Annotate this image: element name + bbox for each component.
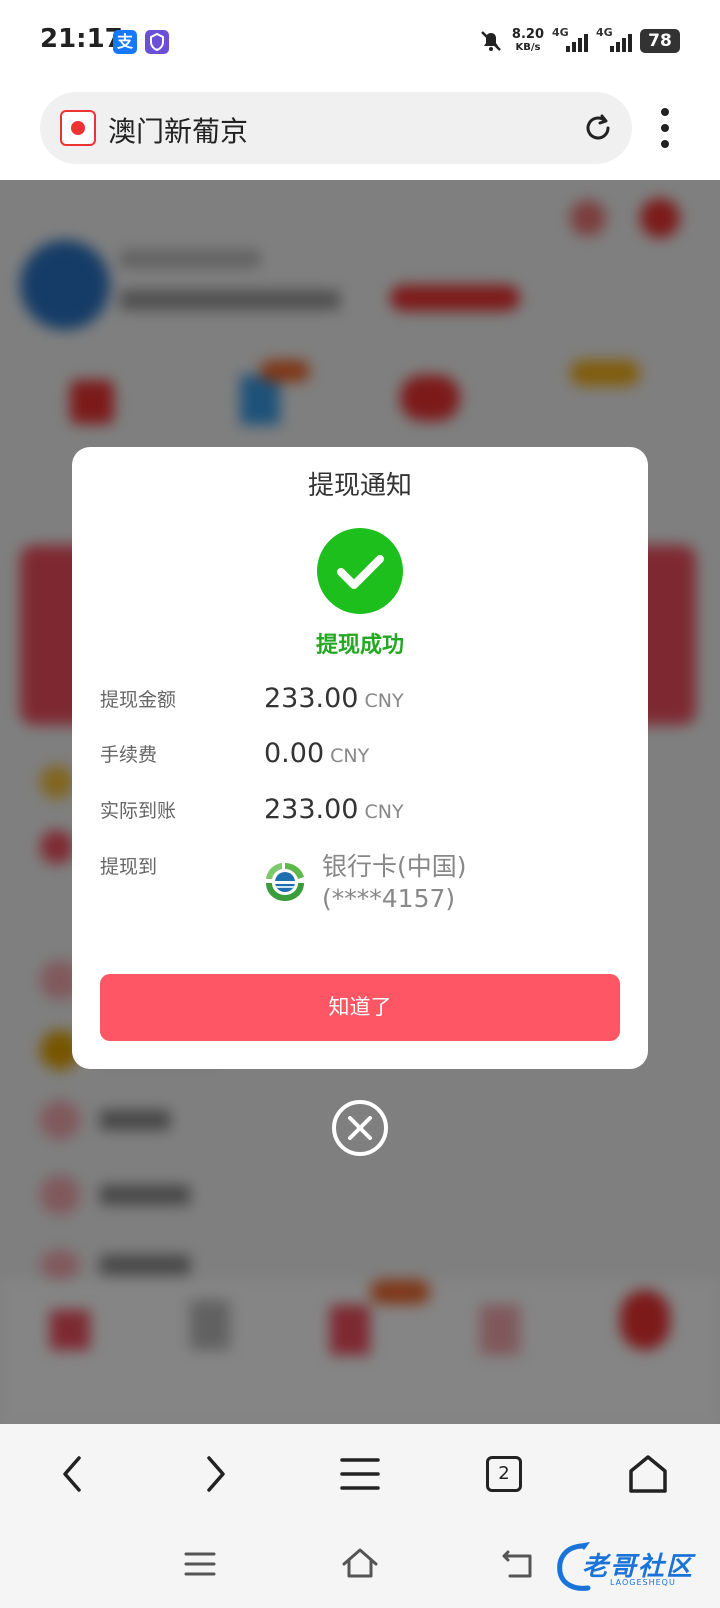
- status-right-group: 8.20 KB/s 4G 4G 78: [478, 24, 680, 58]
- success-status-text: 提现成功: [315, 633, 404, 658]
- withdrawal-notice-dialog: 提现通知 提现成功 提现金额 233.00 CNY 手续费 0.00 CNY 实际到…: [72, 447, 648, 1069]
- menu-icon: [340, 1458, 380, 1490]
- back-button[interactable]: [0, 1424, 144, 1524]
- dialog-title: 提现通知: [307, 471, 412, 501]
- close-dialog-icon[interactable]: [331, 1099, 389, 1157]
- tabs-button[interactable]: 2: [432, 1424, 576, 1524]
- recent-apps-icon[interactable]: [180, 1544, 220, 1584]
- fee-unit: CNY: [330, 745, 370, 767]
- bank-name-line: 银行卡(中国): [322, 852, 467, 881]
- system-navigation-bar: 老哥社区 LAOGESHEQU: [0, 1524, 720, 1608]
- fee-number: 0.00: [264, 738, 325, 769]
- tabs-icon: 2: [486, 1456, 522, 1492]
- network-speed: 8.20 KB/s: [512, 28, 544, 54]
- amount-value: 233.00 CNY: [264, 683, 404, 714]
- bell-muted-icon: [478, 28, 504, 54]
- browser-header: 澳门新葡京: [0, 84, 720, 180]
- signal-label: 4G: [552, 26, 569, 39]
- amount-label: 提现金额: [100, 689, 177, 711]
- page-title[interactable]: 澳门新葡京: [108, 110, 248, 150]
- browser-toolbar: 2: [0, 1424, 720, 1524]
- bank-card-number: (****4157): [322, 884, 456, 913]
- received-label: 实际到账: [100, 800, 177, 822]
- signal-icon: 4G: [552, 26, 588, 52]
- status-bar: 21:17 支 8.20 KB/s 4G 4G 78: [0, 0, 720, 84]
- forward-button[interactable]: [144, 1424, 288, 1524]
- amount-unit: CNY: [364, 690, 404, 712]
- received-value: 233.00 CNY: [264, 794, 404, 825]
- success-check-icon: [317, 528, 403, 614]
- got-it-button[interactable]: 知道了: [100, 974, 620, 1041]
- bank-logo-icon: [264, 861, 306, 903]
- fee-value: 0.00 CNY: [264, 738, 369, 769]
- signal-label: 4G: [596, 26, 613, 39]
- more-options-icon[interactable]: [660, 108, 670, 148]
- bank-destination: 银行卡(中国) (****4157): [322, 851, 467, 915]
- home-icon: [629, 1455, 667, 1493]
- signal-icon: 4G: [596, 26, 632, 52]
- destination-label: 提现到: [100, 856, 158, 878]
- shield-notification-icon: [145, 30, 169, 54]
- address-bar[interactable]: 澳门新葡京: [40, 92, 632, 164]
- system-back-icon[interactable]: [500, 1544, 540, 1584]
- menu-button[interactable]: [288, 1424, 432, 1524]
- received-number: 233.00: [264, 794, 359, 825]
- network-speed-value: 8.20: [511, 27, 544, 42]
- forward-icon: [207, 1456, 225, 1492]
- system-home-icon[interactable]: [340, 1544, 380, 1584]
- watermark-logo: 老哥社区 LAOGESHEQU: [554, 1538, 704, 1596]
- refresh-icon[interactable]: [582, 112, 614, 144]
- fee-label: 手续费: [100, 744, 158, 766]
- received-unit: CNY: [364, 801, 404, 823]
- amount-number: 233.00: [264, 683, 359, 714]
- watermark-subtext: LAOGESHEQU: [610, 1578, 676, 1587]
- alipay-notification-icon: 支: [113, 30, 137, 54]
- network-speed-unit: KB/s: [515, 42, 541, 53]
- battery-icon: 78: [640, 29, 680, 53]
- home-button[interactable]: [576, 1424, 720, 1524]
- site-favicon-icon: [60, 110, 96, 146]
- back-icon: [63, 1456, 81, 1492]
- status-time: 21:17: [40, 24, 123, 54]
